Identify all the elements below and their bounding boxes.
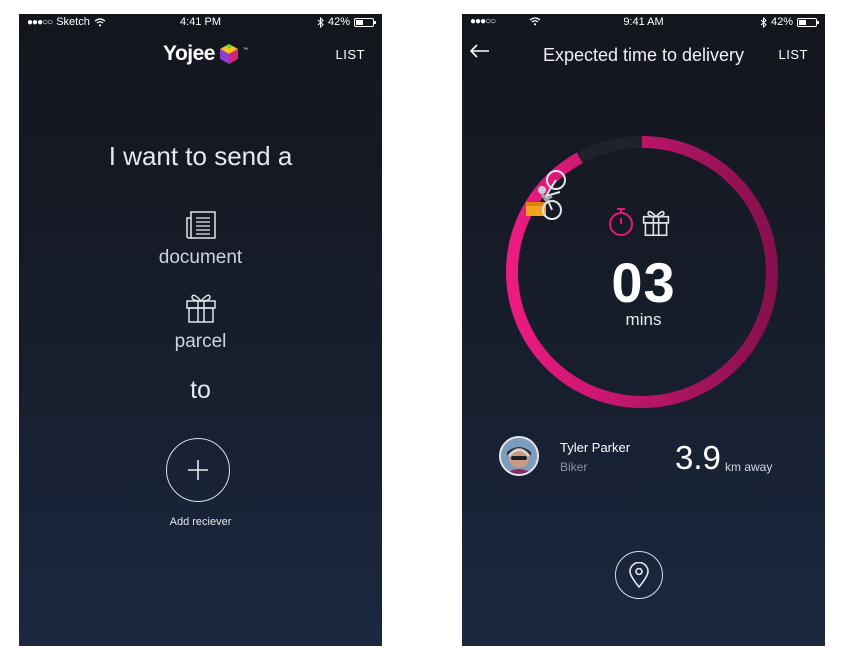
plus-icon bbox=[188, 460, 208, 480]
bluetooth-icon bbox=[760, 16, 767, 28]
gift-icon bbox=[642, 210, 670, 237]
delivery-eta-screen: ●●●○○ 9:41 AM 42% Expected time to deliv… bbox=[462, 14, 825, 646]
trademark-mark: ™ bbox=[242, 47, 248, 53]
yojee-logo: Yojee ™ bbox=[163, 42, 248, 66]
eta-icons bbox=[607, 207, 671, 237]
battery-percent: 42% bbox=[327, 16, 350, 28]
status-bar: ●●●○○ 9:41 AM 42% bbox=[462, 14, 825, 32]
add-receiver-label: Add reciever bbox=[169, 516, 232, 528]
document-icon bbox=[185, 211, 216, 239]
parcel-option[interactable]: parcel bbox=[19, 290, 382, 353]
avatar bbox=[499, 436, 539, 476]
gift-icon bbox=[185, 294, 216, 323]
battery-percent: 42% bbox=[770, 16, 793, 28]
cube-logo-icon bbox=[219, 44, 238, 64]
send-headline: I want to send a bbox=[108, 141, 293, 171]
battery-icon bbox=[354, 17, 376, 27]
distance-unit: km away bbox=[725, 460, 773, 474]
courier-avatar-icon bbox=[501, 438, 537, 474]
add-receiver-button[interactable] bbox=[166, 438, 230, 502]
send-screen: ●●●○○ Sketch 4:41 PM 42% Yojee ™ LIST I … bbox=[19, 14, 382, 646]
list-button[interactable]: LIST bbox=[779, 47, 808, 62]
document-option[interactable]: document bbox=[19, 210, 382, 269]
distance-value: 3.9 bbox=[675, 439, 721, 476]
parcel-label: parcel bbox=[174, 331, 227, 352]
bike-courier-icon bbox=[526, 170, 566, 220]
bluetooth-icon bbox=[317, 16, 324, 28]
map-location-button[interactable] bbox=[615, 551, 663, 599]
eta-value: 03 bbox=[611, 251, 676, 314]
battery-icon bbox=[797, 17, 819, 27]
document-label: document bbox=[158, 247, 243, 268]
courier-name: Tyler Parker bbox=[560, 440, 631, 455]
status-bar: ●●●○○ Sketch 4:41 PM 42% bbox=[19, 14, 382, 32]
courier-role: Biker bbox=[560, 460, 588, 474]
page-title: Expected time to delivery bbox=[542, 45, 745, 65]
to-connector: to bbox=[190, 376, 211, 404]
eta-unit: mins bbox=[625, 310, 662, 329]
list-button[interactable]: LIST bbox=[336, 47, 365, 62]
courier-marker bbox=[524, 166, 572, 231]
brand-name: Yojee bbox=[163, 42, 215, 65]
location-pin-icon bbox=[629, 562, 649, 588]
stopwatch-icon bbox=[609, 208, 633, 236]
